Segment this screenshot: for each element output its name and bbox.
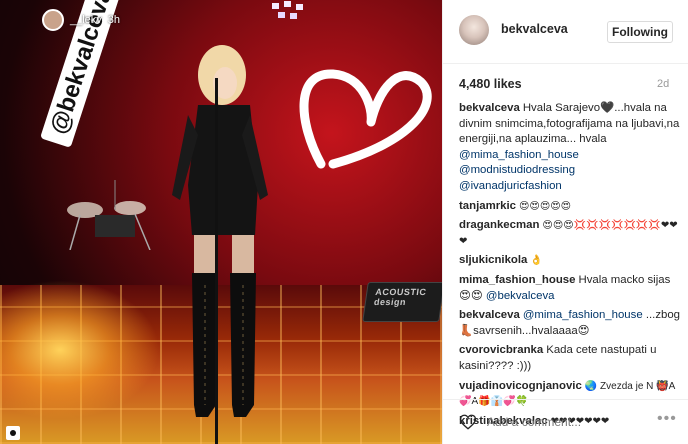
- comment-username[interactable]: mima_fashion_house: [459, 274, 575, 286]
- comment-item: mima_fashion_house Hvala macko sijas 😍😍 @…: [459, 273, 681, 304]
- speaker-box: ACOUSTIC design: [362, 282, 442, 322]
- following-button[interactable]: Following: [607, 21, 673, 43]
- caption-mention[interactable]: @ivanadjuricfashion: [459, 180, 562, 192]
- caption-mention[interactable]: @modnistudiodressing: [459, 164, 575, 176]
- microphone-stand: [215, 78, 218, 444]
- likes-count[interactable]: 4,480 likes: [459, 77, 522, 91]
- more-options-icon[interactable]: •••: [657, 410, 677, 428]
- comment-username[interactable]: dragankecman: [459, 219, 539, 231]
- speaker-brand: ACOUSTIC design: [373, 287, 428, 307]
- drawn-heart-icon: [299, 69, 432, 169]
- comment-item: dragankecman 😍😍😍💢💢💢💢💢💢💢❤❤❤: [459, 218, 681, 249]
- comment-mention[interactable]: @bekvalceva: [486, 290, 555, 302]
- stage-lights-icon: [272, 1, 303, 19]
- comment-username[interactable]: tanjamrkic: [459, 200, 516, 212]
- avatar[interactable]: [459, 15, 489, 45]
- comment-username[interactable]: vujadinovicognjanovic: [459, 380, 582, 392]
- comment-bar: •••: [443, 399, 688, 444]
- singer-figure: [172, 45, 268, 417]
- post-side-panel: bekvalceva Following 4,480 likes 2d bekv…: [442, 0, 688, 444]
- comment-item: sljukicnikola 👌: [459, 253, 681, 269]
- comment-item: tanjamrkic 😍😍😍😍😍: [459, 199, 681, 215]
- stage-light-glow: [0, 280, 160, 420]
- comment-item: bekvalceva @mima_fashion_house ...zbog👢sa…: [459, 308, 681, 339]
- tagged-user-icon[interactable]: [6, 426, 20, 440]
- story-avatar[interactable]: [42, 9, 64, 31]
- caption: bekvalceva Hvala Sarajevo🖤...hvala na div…: [459, 101, 681, 195]
- instagram-post: ACOUSTIC design @bekvalceva __lekv 3h be…: [0, 0, 688, 444]
- story-header: __lekv 3h: [42, 8, 120, 32]
- caption-username[interactable]: bekvalceva: [459, 102, 520, 114]
- like-heart-icon[interactable]: [459, 413, 477, 431]
- comment-username[interactable]: cvorovicbranka: [459, 344, 543, 356]
- story-time: 3h: [107, 14, 121, 26]
- comment-username[interactable]: sljukicnikola: [459, 254, 527, 266]
- post-header: bekvalceva Following: [443, 0, 688, 64]
- comments-list: bekvalceva Hvala Sarajevo🖤...hvala na div…: [459, 101, 681, 433]
- add-comment-input[interactable]: [487, 413, 637, 431]
- comment-text: 👌: [530, 255, 543, 267]
- story-username[interactable]: __lekv: [70, 14, 102, 26]
- comment-text: 😍😍😍😍😍: [518, 200, 572, 212]
- comment-item: cvorovicbranka Kada cete nastupati u kasi…: [459, 343, 681, 374]
- post-photo[interactable]: ACOUSTIC design @bekvalceva __lekv 3h: [0, 0, 442, 444]
- comment-mention[interactable]: @mima_fashion_house: [523, 309, 643, 321]
- comment-username[interactable]: bekvalceva: [459, 309, 520, 321]
- header-username[interactable]: bekvalceva: [501, 22, 568, 36]
- caption-mention[interactable]: @mima_fashion_house: [459, 149, 579, 161]
- post-age: 2d: [657, 78, 670, 90]
